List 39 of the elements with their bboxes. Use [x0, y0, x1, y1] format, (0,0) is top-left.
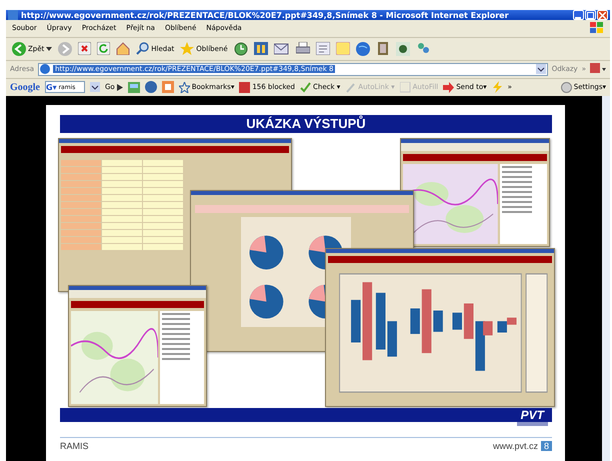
stop-icon[interactable]	[78, 42, 92, 56]
dropdown-icon[interactable]	[536, 64, 546, 74]
windows-logo-icon	[590, 22, 604, 34]
form-icon	[400, 82, 411, 93]
checkmark-icon	[300, 82, 312, 93]
star-icon	[178, 82, 190, 93]
arrow-icon	[116, 84, 123, 91]
popup-blocker-icon	[239, 82, 250, 93]
maximize-button[interactable]	[585, 10, 596, 20]
close-icon	[599, 12, 606, 18]
minimize-button[interactable]	[573, 10, 584, 20]
star-icon	[180, 42, 194, 56]
close-button[interactable]	[597, 10, 608, 20]
google-logo: Google	[10, 82, 40, 93]
edit-icon[interactable]	[316, 42, 330, 56]
toolbar-icon[interactable]	[590, 63, 606, 76]
page-number: 8	[540, 441, 552, 451]
caret-icon	[46, 46, 52, 51]
arrow-icon	[443, 82, 454, 93]
search-icon	[136, 42, 150, 56]
scroll-bar[interactable]	[602, 96, 610, 461]
pen-icon	[345, 82, 356, 93]
company-logo: PVT	[516, 408, 548, 426]
toolbar-icon[interactable]	[254, 42, 268, 56]
print-icon[interactable]	[296, 42, 310, 56]
dropdown-icon[interactable]	[90, 82, 100, 92]
mail-icon[interactable]	[274, 42, 290, 56]
settings-icon	[560, 82, 572, 93]
refresh-icon[interactable]	[97, 42, 110, 56]
history-icon[interactable]	[234, 42, 248, 56]
book-icon[interactable]	[376, 42, 390, 56]
slide-title: UKÁZKA VÝSTUPŮ	[60, 115, 552, 133]
footer-url: www.pvt.cz	[492, 441, 538, 451]
image-icon[interactable]	[128, 82, 140, 93]
home-icon[interactable]	[116, 42, 130, 56]
footer-text: RAMIS	[60, 441, 89, 451]
window-title: http://www.egovernment.cz/rok/PREZENTACE/BLOK%20E7.ppt#349,8,Snímek 8 - Microsoft Internet Explorer	[21, 10, 510, 20]
maximize-icon	[587, 12, 594, 18]
users-icon[interactable]	[416, 42, 430, 56]
